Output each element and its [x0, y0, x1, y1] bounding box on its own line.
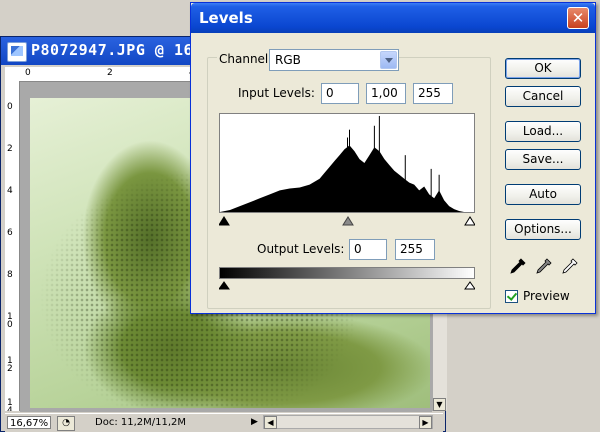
channel-value: RGB	[275, 53, 301, 67]
document-size: Doc: 11,2M/11,2M	[95, 417, 187, 428]
preview-checkbox[interactable]	[505, 290, 518, 303]
ruler-h-label: 0	[25, 68, 31, 78]
input-white-slider[interactable]	[464, 216, 475, 226]
input-white-field[interactable]: 255	[413, 83, 453, 104]
auto-button[interactable]: Auto	[505, 184, 581, 205]
output-levels-label: Output Levels:	[257, 242, 345, 256]
input-gamma-field[interactable]: 1,00	[366, 83, 406, 104]
levels-dialog: Levels ✕ Channel: RGB Input Levels: 0 1,…	[190, 2, 596, 314]
white-point-eyedropper-icon[interactable]	[559, 257, 579, 277]
output-gradient-bar	[219, 267, 475, 279]
channel-label: Channel:	[217, 52, 275, 66]
photoshop-document-icon	[7, 42, 27, 62]
output-white-slider[interactable]	[464, 281, 475, 290]
histogram-plot	[220, 115, 474, 212]
levels-title: Levels	[199, 9, 253, 27]
preview-label: Preview	[523, 289, 570, 303]
gray-point-eyedropper-icon[interactable]	[533, 257, 553, 277]
ruler-h-label: 2	[107, 68, 113, 78]
document-title: P8072947.JPG @ 16,7	[31, 41, 213, 59]
levels-title-bar[interactable]: Levels ✕	[191, 3, 595, 33]
output-black-field[interactable]: 0	[349, 239, 387, 260]
ruler-v-label: 4	[7, 186, 13, 196]
close-button[interactable]: ✕	[567, 7, 589, 29]
status-menu-arrow-icon[interactable]: ▶	[251, 416, 261, 429]
input-gamma-slider[interactable]	[342, 216, 354, 226]
scroll-left-button[interactable]: ◀	[264, 416, 277, 429]
ruler-v-label: 6	[7, 228, 13, 238]
ruler-v-label: 8	[7, 270, 13, 280]
input-slider[interactable]	[219, 215, 475, 227]
ok-button[interactable]: OK	[505, 58, 581, 79]
ruler-origin[interactable]	[5, 67, 20, 82]
ruler-v-label: 12	[7, 356, 13, 374]
ruler-v-label: 0	[7, 102, 13, 112]
ruler-v-label: 2	[7, 144, 13, 154]
status-info-icon[interactable]: ◔	[57, 416, 75, 431]
input-levels-label: Input Levels:	[238, 86, 315, 100]
output-white-field[interactable]: 255	[395, 239, 435, 260]
black-point-eyedropper-icon[interactable]	[507, 257, 527, 277]
input-black-field[interactable]: 0	[321, 83, 359, 104]
output-black-slider[interactable]	[219, 281, 230, 290]
save-button[interactable]: Save...	[505, 149, 581, 170]
cancel-button[interactable]: Cancel	[505, 86, 581, 107]
output-slider[interactable]	[219, 280, 475, 290]
ruler-v-label: 14	[7, 398, 13, 412]
chevron-down-icon[interactable]	[380, 51, 397, 69]
horizontal-scrollbar[interactable]: ◀ ▶	[263, 415, 433, 429]
zoom-field[interactable]: 16,67%	[7, 416, 51, 429]
ruler-v-label: 10	[7, 312, 13, 330]
channel-select[interactable]: RGB	[269, 49, 399, 71]
input-black-slider[interactable]	[219, 216, 230, 226]
histogram	[219, 113, 475, 213]
close-icon: ✕	[571, 9, 585, 27]
load-button[interactable]: Load...	[505, 121, 581, 142]
scroll-right-button[interactable]: ▶	[419, 416, 432, 429]
scroll-down-button[interactable]: ▼	[433, 398, 446, 411]
options-button[interactable]: Options...	[505, 219, 581, 240]
vertical-ruler[interactable]: 0 2 4 6 8 10 12 14	[5, 81, 20, 411]
